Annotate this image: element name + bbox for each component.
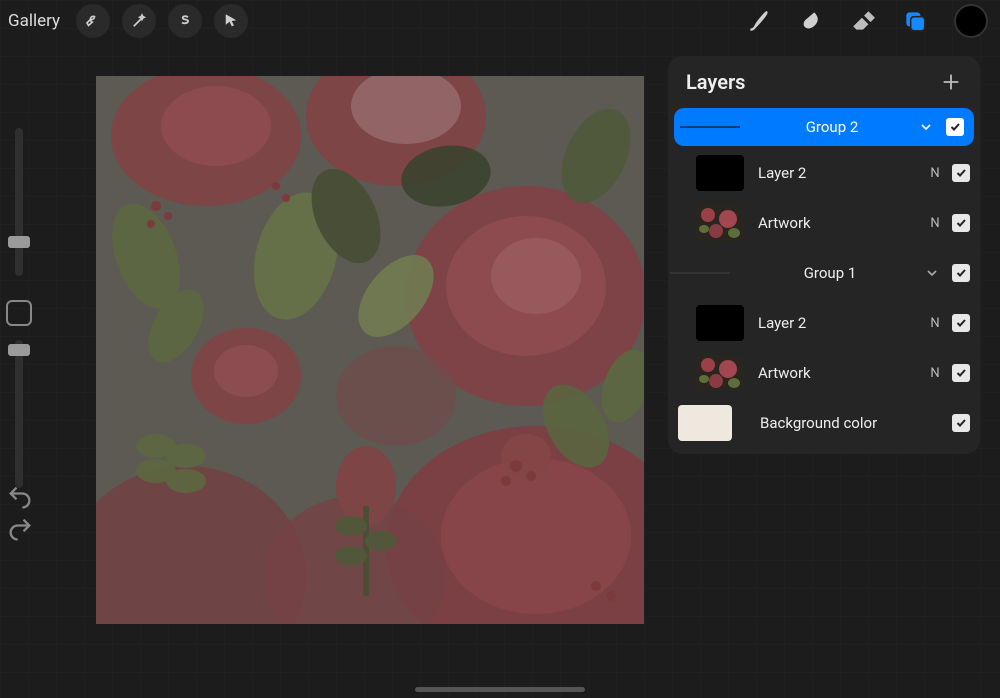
layer-label: Layer 2 <box>758 314 926 332</box>
opacity-slider[interactable] <box>15 340 23 488</box>
group-handle <box>670 272 730 274</box>
brush-size-slider[interactable] <box>15 128 23 276</box>
color-picker-button[interactable] <box>954 4 988 38</box>
visibility-checkbox[interactable] <box>952 164 970 182</box>
layer-row-artwork-b[interactable]: Artwork N <box>668 348 980 398</box>
cursor-icon <box>222 12 240 30</box>
chevron-down-icon[interactable] <box>918 119 934 135</box>
layer-group-2[interactable]: Group 2 <box>674 108 974 146</box>
blend-mode[interactable]: N <box>926 216 944 231</box>
layers-panel: Layers Group 2 Layer 2 N Artwork N Group… <box>668 56 980 454</box>
undo-redo <box>6 485 34 541</box>
layer-label: Background color <box>760 414 952 432</box>
visibility-checkbox[interactable] <box>952 264 970 282</box>
topbar: Gallery <box>0 0 1000 42</box>
redo-button[interactable] <box>6 517 34 541</box>
magic-wand-button[interactable] <box>122 4 156 38</box>
layer-row-layer2-a[interactable]: Layer 2 N <box>668 148 980 198</box>
eraser-icon <box>850 8 876 34</box>
visibility-checkbox[interactable] <box>946 118 964 136</box>
wand-icon <box>130 12 148 30</box>
adjustments-button[interactable] <box>76 4 110 38</box>
brush-icon <box>746 8 772 34</box>
plus-icon <box>940 71 962 93</box>
artwork-painting <box>96 76 644 624</box>
visibility-checkbox[interactable] <box>952 214 970 232</box>
layer-thumbnail <box>678 405 732 441</box>
group-handle <box>680 126 740 128</box>
group-label: Group 2 <box>746 118 918 136</box>
transform-button[interactable] <box>214 4 248 38</box>
layer-label: Layer 2 <box>758 164 926 182</box>
layer-label: Artwork <box>758 214 926 232</box>
layer-row-artwork-a[interactable]: Artwork N <box>668 198 980 248</box>
panel-title: Layers <box>686 70 745 94</box>
selection-button[interactable] <box>168 4 202 38</box>
layer-thumbnail <box>696 205 744 241</box>
canvas[interactable] <box>96 76 644 624</box>
blend-mode[interactable]: N <box>926 316 944 331</box>
group-label: Group 1 <box>736 264 924 282</box>
eraser-button[interactable] <box>850 8 876 34</box>
left-sliders <box>4 128 34 538</box>
brush-size-thumb[interactable] <box>8 236 30 248</box>
layers-icon <box>902 8 928 34</box>
smudge-button[interactable] <box>798 8 824 34</box>
layer-group-1[interactable]: Group 1 <box>668 248 980 298</box>
layer-thumbnail <box>696 155 744 191</box>
layer-row-layer2-b[interactable]: Layer 2 N <box>668 298 980 348</box>
redo-icon <box>6 515 34 543</box>
layer-thumbnail <box>696 355 744 391</box>
gallery-button[interactable]: Gallery <box>8 11 60 31</box>
undo-button[interactable] <box>6 485 34 509</box>
visibility-checkbox[interactable] <box>952 414 970 432</box>
home-indicator <box>415 687 585 692</box>
layer-thumbnail <box>696 305 744 341</box>
chevron-down-icon[interactable] <box>924 265 940 281</box>
smudge-icon <box>798 8 824 34</box>
background-layer[interactable]: Background color <box>668 398 980 448</box>
layers-button[interactable] <box>902 8 928 34</box>
visibility-checkbox[interactable] <box>952 364 970 382</box>
opacity-thumb[interactable] <box>8 344 30 356</box>
undo-icon <box>6 483 34 511</box>
right-tools <box>746 4 988 38</box>
modify-button[interactable] <box>6 300 32 326</box>
selection-s-icon <box>176 12 194 30</box>
blend-mode[interactable]: N <box>926 366 944 381</box>
add-layer-button[interactable] <box>940 71 962 93</box>
visibility-checkbox[interactable] <box>952 314 970 332</box>
brush-button[interactable] <box>746 8 772 34</box>
blend-mode[interactable]: N <box>926 166 944 181</box>
wrench-icon <box>84 12 102 30</box>
layer-label: Artwork <box>758 364 926 382</box>
